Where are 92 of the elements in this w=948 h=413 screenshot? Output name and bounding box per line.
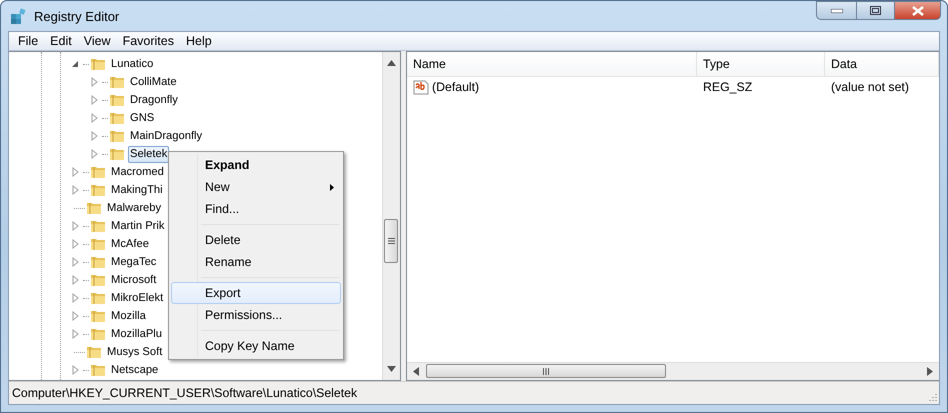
expand-arrow-icon[interactable] <box>70 293 80 303</box>
scroll-left-icon[interactable] <box>413 367 419 376</box>
close-icon <box>912 6 924 16</box>
menu-item[interactable]: Favorites <box>116 34 180 48</box>
expand-arrow-icon[interactable] <box>70 221 80 231</box>
folder-icon <box>90 363 106 377</box>
menu-item[interactable]: File <box>12 34 44 48</box>
expand-arrow-icon[interactable] <box>70 365 80 375</box>
context-menu-item[interactable]: Copy Key Name <box>171 335 341 357</box>
vertical-scrollbar[interactable] <box>382 52 400 380</box>
folder-icon <box>86 345 102 359</box>
expand-arrow-icon[interactable] <box>70 311 80 321</box>
scroll-thumb[interactable] <box>384 219 398 263</box>
table-cell-text: REG_SZ <box>702 80 754 94</box>
grip-icon <box>388 238 394 244</box>
folder-icon <box>109 129 125 143</box>
expand-arrow-icon[interactable] <box>89 131 99 141</box>
expand-arrow-icon[interactable] <box>89 113 99 123</box>
tree-item[interactable]: Martin Prik <box>109 218 166 234</box>
folder-icon <box>90 273 106 287</box>
tree-item[interactable]: MozillaPlu <box>109 326 164 342</box>
folder-icon <box>90 183 106 197</box>
folder-icon <box>90 237 106 251</box>
folder-icon <box>109 147 125 161</box>
tree-item[interactable]: MainDragonfly <box>128 128 204 144</box>
grip-icon <box>543 368 549 374</box>
close-button[interactable] <box>894 1 941 20</box>
expand-arrow-icon[interactable] <box>89 149 99 159</box>
folder-icon <box>90 327 106 341</box>
registry-cubes-icon <box>10 7 28 25</box>
expand-arrow-icon[interactable] <box>70 329 80 339</box>
tree-item[interactable]: Malwareby <box>105 200 164 216</box>
horizontal-scrollbar[interactable] <box>407 362 939 380</box>
expand-arrow-icon[interactable] <box>70 239 80 249</box>
folder-icon <box>90 309 106 323</box>
tree-item[interactable]: GNS <box>128 110 156 126</box>
context-menu-item[interactable]: Expand <box>171 154 341 176</box>
window-title: Registry Editor <box>34 8 120 24</box>
collapse-arrow-icon[interactable] <box>70 59 80 69</box>
folder-icon <box>90 57 106 71</box>
context-menu-item[interactable]: Find... <box>171 198 341 220</box>
table-cell: (Default) <box>407 79 697 95</box>
tree-item[interactable]: Macromed <box>109 164 166 180</box>
scroll-up-icon[interactable] <box>387 60 396 66</box>
menu-item[interactable]: Edit <box>44 34 78 48</box>
context-menu-item[interactable]: Rename <box>171 251 341 273</box>
expand-arrow-icon[interactable] <box>89 95 99 105</box>
folder-icon <box>90 255 106 269</box>
tree-item[interactable]: Netscape <box>109 362 160 378</box>
expand-arrow-icon[interactable] <box>70 257 80 267</box>
maximize-button[interactable] <box>856 1 894 20</box>
maximize-icon <box>870 6 881 15</box>
expand-arrow-icon[interactable] <box>70 185 80 195</box>
menu-item[interactable]: View <box>78 34 117 48</box>
minimize-button[interactable] <box>816 1 856 20</box>
folder-icon <box>109 93 125 107</box>
tree-item[interactable]: Dragonfly <box>128 92 180 108</box>
tree-item[interactable]: Musys Soft <box>105 344 164 360</box>
expand-arrow-icon[interactable] <box>89 77 99 87</box>
tree-item[interactable]: McAfee <box>109 236 151 252</box>
context-menu-item[interactable]: Permissions... <box>171 304 341 326</box>
column-header[interactable]: Name <box>407 52 697 76</box>
scroll-thumb[interactable] <box>426 364 666 378</box>
scroll-right-icon[interactable] <box>927 367 933 376</box>
folder-icon <box>86 201 102 215</box>
tree-item[interactable]: Mozilla <box>109 308 148 324</box>
minimize-icon <box>830 8 842 12</box>
expand-arrow-icon[interactable] <box>70 167 80 177</box>
menu-item[interactable]: Help <box>180 34 218 48</box>
tree-item[interactable]: Seletek <box>128 146 170 162</box>
context-menu-item[interactable]: New <box>171 176 341 198</box>
expand-arrow-icon[interactable] <box>70 275 80 285</box>
folder-icon <box>90 219 106 233</box>
tree-item[interactable]: MegaTec <box>109 254 158 270</box>
context-menu-item[interactable]: Export <box>171 282 341 304</box>
folder-icon <box>109 111 125 125</box>
folder-icon <box>109 75 125 89</box>
table-cell-text: (value not set) <box>830 80 910 94</box>
tree-item[interactable]: ColliMate <box>128 74 179 90</box>
scroll-down-icon[interactable] <box>387 366 396 372</box>
tree-item[interactable]: MakingThi <box>109 182 165 198</box>
tree-item[interactable]: Microsoft <box>109 272 158 288</box>
folder-icon <box>90 291 106 305</box>
tree-item[interactable]: MikroElekt <box>109 290 166 306</box>
column-header[interactable]: Data <box>825 52 939 76</box>
string-value-icon <box>413 79 429 95</box>
folder-icon <box>90 165 106 179</box>
status-path: Computer\HKEY_CURRENT_USER\Software\Lunatico\Seletek <box>12 386 358 400</box>
column-header[interactable]: Type <box>697 52 825 76</box>
tree-item[interactable]: Lunatico <box>109 56 156 72</box>
context-menu-item[interactable]: Delete <box>171 229 341 251</box>
resize-grip-icon[interactable] <box>927 392 937 402</box>
